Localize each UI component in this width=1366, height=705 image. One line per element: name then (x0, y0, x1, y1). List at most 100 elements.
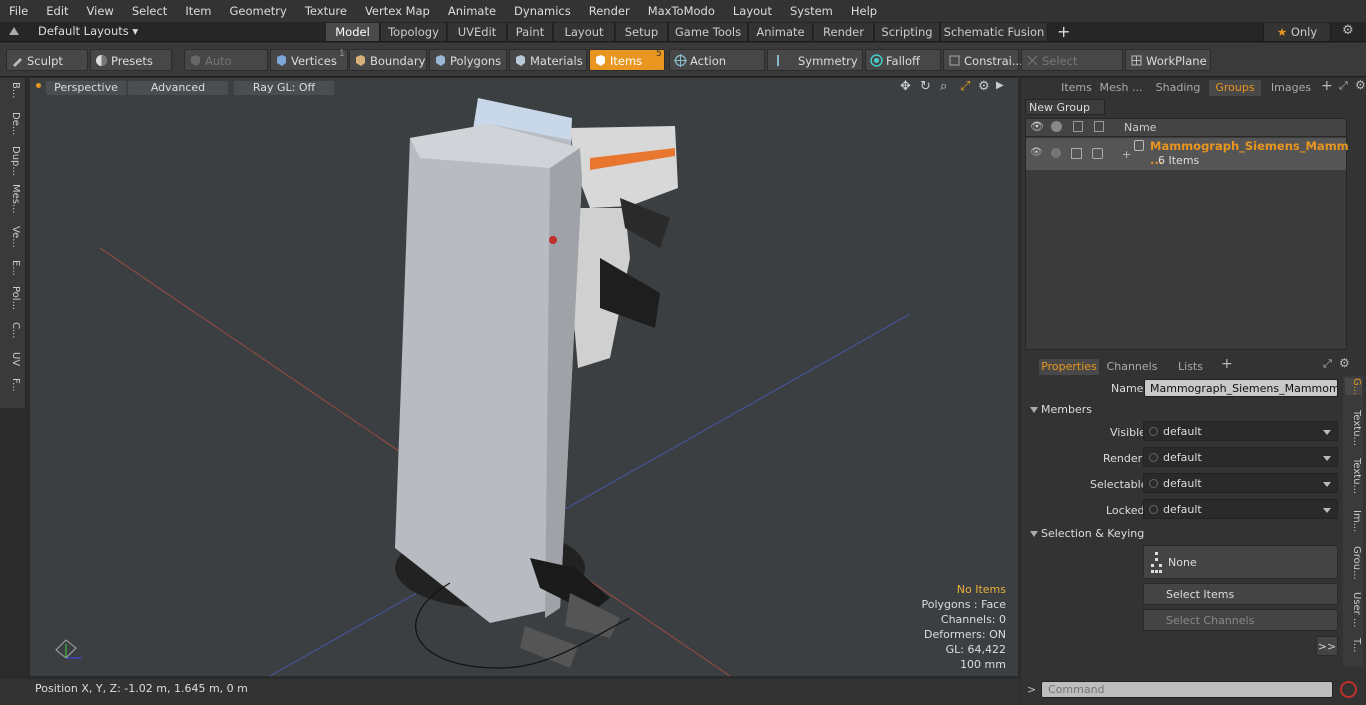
command-input[interactable] (1041, 681, 1333, 698)
group-select-checkbox[interactable] (1092, 148, 1103, 159)
menu-geometry[interactable]: Geometry (221, 0, 296, 22)
presets-button[interactable]: Presets (90, 49, 172, 71)
group-render-icon[interactable] (1051, 148, 1061, 158)
mammograph-model[interactable] (395, 98, 678, 669)
tab-channels[interactable]: Channels (1103, 359, 1161, 375)
side-tab-texture-2[interactable]: Textu... (1345, 458, 1362, 494)
add-properties-tab-icon[interactable]: + (1221, 356, 1233, 372)
items-button[interactable]: Items (589, 49, 665, 71)
tab-layout[interactable]: Layout (554, 23, 615, 41)
viewport-dot-icon[interactable] (36, 83, 41, 88)
boundary-button[interactable]: Boundary (349, 49, 427, 71)
select-through-button[interactable]: Select Through (1021, 49, 1123, 90)
falloff-button[interactable]: Falloff (865, 49, 941, 71)
menu-view[interactable]: View (78, 0, 123, 22)
menu-maxtomodo[interactable]: MaxToModo (639, 0, 724, 22)
visible-dropdown[interactable]: default (1143, 421, 1338, 441)
side-tab-t[interactable]: T... (1345, 638, 1362, 652)
select-col-icon[interactable] (1094, 121, 1104, 132)
selection-keying-section[interactable]: Selection & Keying (1026, 525, 1346, 543)
left-tab-mesh[interactable]: Mes... (4, 184, 21, 214)
menu-vertex-map[interactable]: Vertex Map (356, 0, 439, 22)
tab-schematic-fusion[interactable]: Schematic Fusion (941, 23, 1048, 41)
side-tab-group-2[interactable]: Grou... (1345, 546, 1362, 580)
record-icon[interactable] (1340, 681, 1357, 698)
3d-viewport[interactable]: No Items Polygons : Face Channels: 0 Def… (30, 78, 1018, 676)
tab-uvedit[interactable]: UVEdit (448, 23, 507, 41)
lock-col-icon[interactable] (1073, 121, 1083, 132)
polygons-button[interactable]: Polygons (429, 49, 507, 71)
raygl-button[interactable]: Ray GL: Off (234, 81, 334, 95)
left-tab-fusion[interactable]: F... (4, 378, 21, 392)
side-tab-user[interactable]: User ... (1345, 592, 1362, 628)
action-center-button[interactable]: Action Center (669, 49, 765, 90)
menu-texture[interactable]: Texture (296, 0, 356, 22)
left-tab-vertex[interactable]: Ve... (4, 226, 21, 248)
menu-edit[interactable]: Edit (37, 0, 77, 22)
render-dropdown[interactable]: default (1143, 447, 1338, 467)
side-tab-texture-1[interactable]: Textu... (1345, 410, 1362, 446)
expand-group-icon[interactable]: + (1122, 148, 1131, 161)
tab-properties[interactable]: Properties (1039, 359, 1099, 375)
name-column-header[interactable]: Name (1124, 121, 1156, 134)
symmetry-button[interactable]: Symmetry (767, 49, 863, 71)
menu-file[interactable]: File (0, 0, 37, 22)
viewport-menu-icon[interactable]: ▶ (996, 80, 1004, 91)
shading-advanced-button[interactable]: Advanced (128, 81, 228, 95)
new-group-button[interactable]: New Group (1025, 99, 1105, 115)
tab-render[interactable]: Render (814, 23, 874, 41)
left-tab-deform[interactable]: De... (4, 112, 21, 135)
tab-lists[interactable]: Lists (1163, 359, 1218, 375)
expand-panel-icon[interactable]: ⤢ (1339, 79, 1348, 93)
left-tab-edge[interactable]: E... (4, 260, 21, 276)
menu-animate[interactable]: Animate (439, 0, 505, 22)
layout-arrow-icon[interactable] (9, 25, 19, 35)
left-tab-curve[interactable]: C... (4, 322, 21, 339)
rotate-view-icon[interactable]: ↻ (920, 79, 931, 94)
panel-settings-icon[interactable]: ⚙ (1355, 78, 1366, 92)
group-lock-checkbox[interactable] (1071, 148, 1082, 159)
select-channels-button[interactable]: Select Channels (1143, 609, 1338, 631)
properties-settings-icon[interactable]: ⚙ (1339, 356, 1350, 370)
visibility-col-icon[interactable]: 👁 (1030, 120, 1044, 133)
auto-select-button[interactable]: Auto Select (184, 49, 268, 90)
members-section[interactable]: Members (1026, 401, 1346, 419)
menu-item[interactable]: Item (176, 0, 220, 22)
view-perspective-button[interactable]: Perspective (46, 81, 126, 95)
tab-topology[interactable]: Topology (381, 23, 447, 41)
tab-mesh[interactable]: Mesh ... (1095, 80, 1147, 96)
left-tab-uv[interactable]: UV (4, 352, 21, 366)
add-panel-tab-icon[interactable]: + (1321, 78, 1333, 94)
menu-system[interactable]: System (781, 0, 842, 22)
menu-dynamics[interactable]: Dynamics (505, 0, 580, 22)
viewport-settings-icon[interactable]: ⚙ (978, 79, 990, 94)
tab-groups[interactable]: Groups (1209, 80, 1261, 96)
fit-view-icon[interactable]: ⤢ (960, 79, 970, 94)
materials-button[interactable]: Materials (509, 49, 587, 71)
tab-model[interactable]: Model (326, 23, 380, 41)
selectable-dropdown[interactable]: default (1143, 473, 1338, 493)
tab-animate[interactable]: Animate (749, 23, 813, 41)
group-visibility-icon[interactable]: 👁 (1030, 147, 1043, 158)
tab-setup[interactable]: Setup (616, 23, 668, 41)
workplane-button[interactable]: WorkPlane (1125, 49, 1211, 71)
left-tab-duplicate[interactable]: Dup... (4, 146, 21, 176)
move-view-icon[interactable]: ✥ (900, 79, 911, 94)
left-tab-polygon[interactable]: Pol... (4, 286, 21, 310)
select-items-button[interactable]: Select Items (1143, 583, 1338, 605)
name-field[interactable]: Mammograph_Siemens_Mammomat_R (1144, 379, 1338, 397)
add-tab-icon[interactable]: + (1057, 22, 1070, 41)
layout-selector[interactable]: Default Layouts ▾ (38, 24, 138, 38)
constraints-button[interactable]: Constrai... (943, 49, 1023, 71)
tab-images[interactable]: Images (1265, 80, 1317, 96)
keying-none-button[interactable]: None (1143, 545, 1338, 579)
tab-game-tools[interactable]: Game Tools (669, 23, 748, 41)
tab-shading[interactable]: Shading (1149, 80, 1207, 96)
menu-layout[interactable]: Layout (724, 0, 781, 22)
locked-dropdown[interactable]: default (1143, 499, 1338, 519)
menu-render[interactable]: Render (580, 0, 639, 22)
only-toggle[interactable]: ★ Only (1263, 23, 1331, 41)
render-col-icon[interactable] (1051, 121, 1062, 132)
tab-scripting[interactable]: Scripting (875, 23, 940, 41)
left-tab-basic[interactable]: B... (4, 82, 21, 98)
